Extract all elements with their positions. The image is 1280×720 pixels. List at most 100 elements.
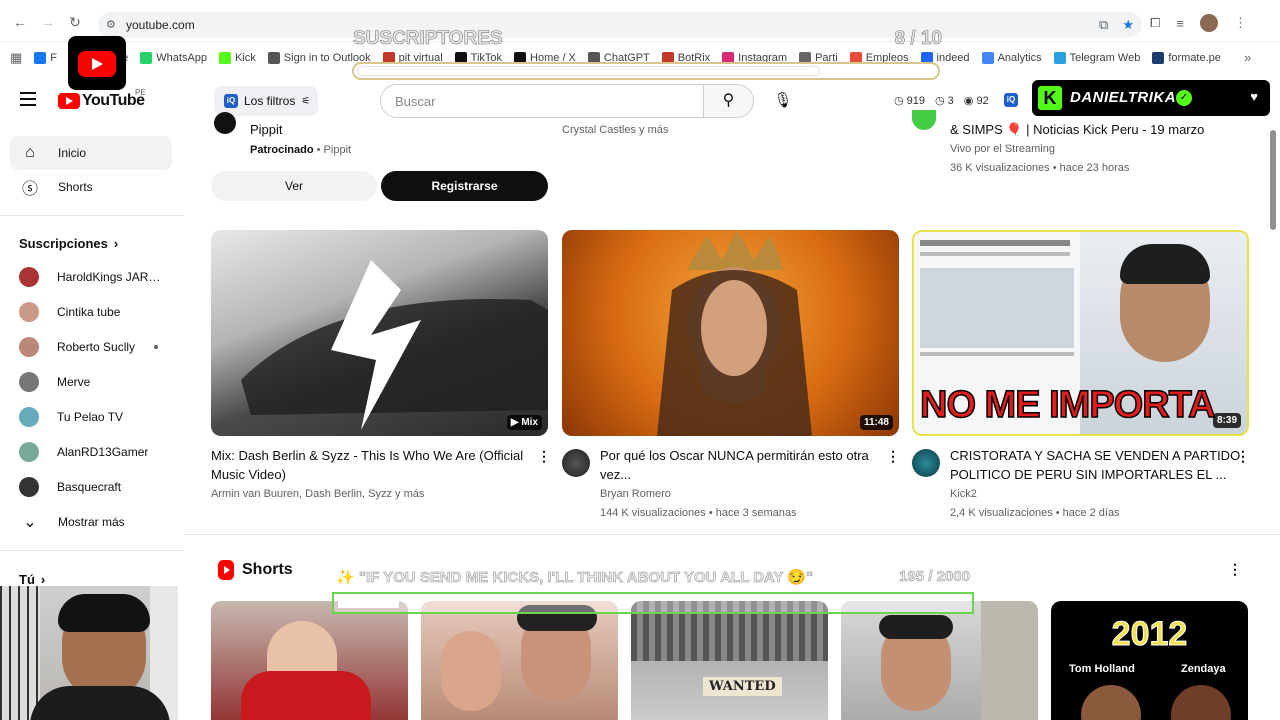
short-thumbnail[interactable] xyxy=(421,601,618,720)
youtube-overlay-logo xyxy=(68,36,126,90)
country-code: PE xyxy=(135,88,146,97)
subscriber-goal-count: 8 / 10 xyxy=(894,28,942,50)
webcam-overlay xyxy=(0,586,178,720)
ad-view-button[interactable]: Ver xyxy=(211,171,377,201)
browser-menu-icon[interactable]: ⋮ xyxy=(1234,15,1247,31)
iq-extension-icon: iQ xyxy=(224,94,238,108)
more-options-icon[interactable]: ⋮ xyxy=(1228,561,1242,578)
ad-title[interactable]: Pippit xyxy=(250,122,283,137)
extension-stats: ◷ 919 ◷ 3 ◉ 92 xyxy=(894,94,989,107)
avatar xyxy=(19,407,39,427)
bookmark-favicon-icon xyxy=(267,52,280,64)
bookmark-item[interactable]: Kick xyxy=(219,52,256,64)
channel-avatar[interactable] xyxy=(912,110,936,130)
video-title[interactable]: CRISTORATA Y SACHA SE VENDEN A PARTIDO PO… xyxy=(950,446,1240,484)
video-stats: 2,4 K visualizaciones • hace 2 días xyxy=(950,507,1120,519)
more-options-icon[interactable]: ⋮ xyxy=(1236,448,1250,465)
more-options-icon[interactable]: ⋮ xyxy=(886,448,900,465)
sidebar-item-subscription[interactable]: Merve xyxy=(10,365,172,399)
heart-icon: ♥ xyxy=(1250,89,1258,104)
back-arrow-icon[interactable]: ← xyxy=(12,14,28,30)
short-thumbnail[interactable] xyxy=(211,601,408,720)
iq-extension-icon-secondary[interactable]: iQ xyxy=(1004,93,1018,107)
video-channel[interactable]: Bryan Romero xyxy=(600,485,671,504)
bookmark-item[interactable]: formate.pe xyxy=(1152,52,1221,64)
forward-arrow-icon[interactable]: → xyxy=(40,14,56,30)
bookmark-item[interactable]: Telegram Web xyxy=(1053,52,1140,64)
ad-logo xyxy=(214,112,236,134)
show-more-button[interactable]: ⌄ Mostrar más xyxy=(10,505,172,539)
bookmark-star-icon[interactable]: ★ xyxy=(1122,17,1134,33)
sidebar-item-subscription[interactable]: Tu Pelao TV xyxy=(10,400,172,434)
sidebar-item-subscription[interactable]: HaroldKings JARA... xyxy=(10,260,172,294)
duration-badge: 8:39 xyxy=(1212,413,1241,428)
short-sublabel: Tom Holland xyxy=(1069,663,1135,675)
mix-badge: ▶ Mix xyxy=(506,415,542,430)
short-thumbnail[interactable]: 2012 Tom Holland Zendaya xyxy=(1051,601,1248,720)
kicks-goal-count: 195 / 2000 xyxy=(899,568,970,586)
bookmark-item[interactable]: Analytics xyxy=(981,52,1042,64)
ad-register-button[interactable]: Registrarse xyxy=(381,171,548,201)
sidebar-item-shorts[interactable]: ⓢ Shorts xyxy=(10,170,172,204)
video-thumbnail[interactable]: 11:48 xyxy=(562,230,899,436)
stat-views: ◷ 919 xyxy=(894,95,926,107)
top-video-title[interactable]: & SIMPS 🎈 | Noticias Kick Peru - 19 marz… xyxy=(950,122,1204,138)
reading-list-icon[interactable]: ≡ xyxy=(1176,16,1184,31)
avatar xyxy=(19,302,39,322)
video-channel[interactable]: Kick2 xyxy=(950,485,977,504)
video-title[interactable]: Por qué los Oscar NUNCA permitirán esto … xyxy=(600,446,869,484)
kicks-goal-bar xyxy=(332,592,974,614)
apps-grid-icon[interactable]: ▦ xyxy=(10,50,22,66)
sidebar-item-subscription[interactable]: AlanRD13Gamer xyxy=(10,435,172,469)
video-thumbnail[interactable]: ▶ Mix xyxy=(211,230,548,436)
youtube-logo[interactable]: YouTube xyxy=(58,92,145,110)
youtube-play-icon xyxy=(58,93,80,109)
extensions-icon[interactable]: ⧠ xyxy=(1150,15,1160,31)
bookmark-favicon-icon xyxy=(981,52,994,64)
subscriptions-heading[interactable]: Suscripciones › xyxy=(19,236,118,251)
short-thumbnail[interactable]: WANTED xyxy=(631,601,828,720)
ad-sponsored: Patrocinado • Pippit xyxy=(250,144,352,156)
reload-icon[interactable]: ↻ xyxy=(67,14,83,30)
section-divider xyxy=(184,534,1280,535)
bookmark-favicon-icon xyxy=(219,52,232,64)
hamburger-menu-icon[interactable] xyxy=(20,92,36,106)
site-settings-icon[interactable]: ⚙ xyxy=(106,18,116,31)
page-scrollbar[interactable] xyxy=(1270,130,1276,230)
portrait-artwork xyxy=(657,230,812,436)
avatar xyxy=(19,267,39,287)
video-channel[interactable]: Armin van Buuren, Dash Berlin, Syzz y má… xyxy=(211,485,424,504)
install-app-icon[interactable]: ⧉ xyxy=(1099,17,1108,33)
home-icon: ⌂ xyxy=(25,144,35,161)
shorts-icon: ⓢ xyxy=(21,181,38,198)
channel-avatar[interactable] xyxy=(912,449,940,477)
kick-channel-badge: K DANIELTRIKA ✓ ♥ xyxy=(1032,80,1270,116)
sidebar-item-subscription[interactable]: Basquecraft xyxy=(10,470,172,504)
bookmark-favicon-icon xyxy=(1053,52,1066,64)
top-video-stats: 36 K visualizaciones • hace 23 horas xyxy=(950,162,1130,174)
bookmark-favicon-icon xyxy=(34,52,47,64)
video-thumbnail[interactable]: NO ME IMPORTA 8:39 xyxy=(912,230,1249,436)
more-options-icon[interactable]: ⋮ xyxy=(537,448,551,465)
kicks-goal-fill xyxy=(338,600,399,608)
bookmark-favicon-icon xyxy=(1152,52,1165,64)
top-video-meta: Crystal Castles y más xyxy=(562,124,669,136)
verified-icon: ✓ xyxy=(1176,90,1192,106)
video-stats: 144 K visualizaciones • hace 3 semanas xyxy=(600,507,797,519)
sidebar-item-subscription[interactable]: Cintika tube xyxy=(10,295,172,329)
bookmark-item[interactable]: F xyxy=(34,52,57,64)
profile-avatar[interactable] xyxy=(1200,14,1218,32)
filters-button[interactable]: iQ Los filtros ⚟ xyxy=(214,86,318,116)
thumbnail-text: NO ME IMPORTA xyxy=(919,383,1216,427)
short-thumbnail[interactable] xyxy=(841,601,1038,720)
bookmark-item[interactable]: WhatsApp xyxy=(140,52,207,64)
more-bookmarks-icon[interactable]: » xyxy=(1244,50,1251,65)
tu-heading[interactable]: Tú › xyxy=(19,572,45,587)
avatar xyxy=(19,477,39,497)
channel-avatar[interactable] xyxy=(562,449,590,477)
sidebar-item-subscription[interactable]: Roberto Suclly xyxy=(10,330,172,364)
top-video-channel[interactable]: Vivo por el Streaming xyxy=(950,143,1055,155)
short-label: 2012 xyxy=(1111,615,1188,654)
sidebar-item-inicio[interactable]: ⌂ Inicio xyxy=(10,136,172,170)
video-title[interactable]: Mix: Dash Berlin & Syzz - This Is Who We… xyxy=(211,446,523,484)
